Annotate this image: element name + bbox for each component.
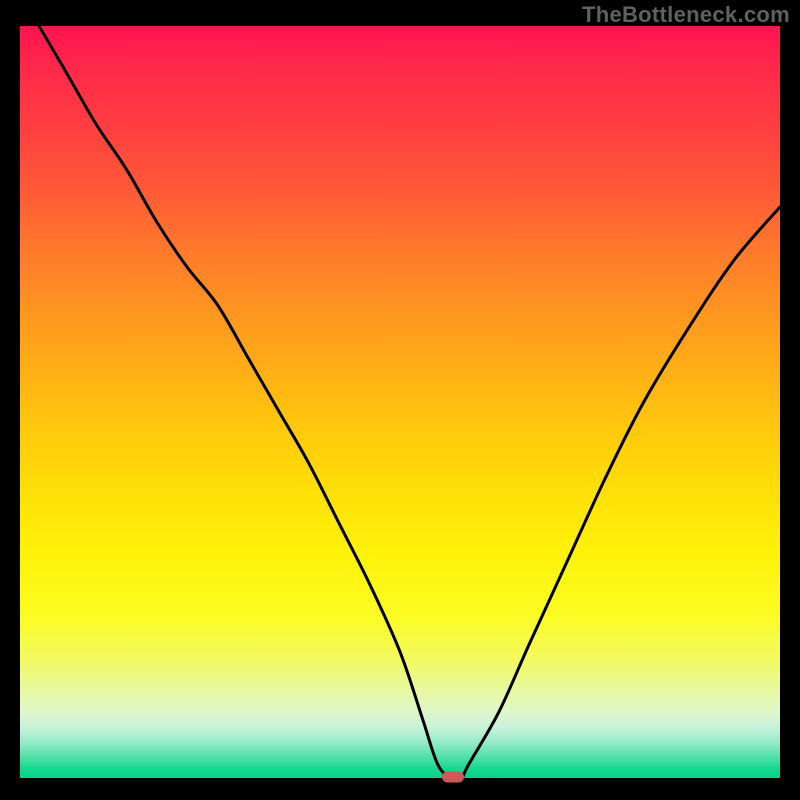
plot-area: [20, 26, 780, 780]
watermark-text: TheBottleneck.com: [582, 2, 790, 28]
y-axis: [18, 26, 20, 780]
bottleneck-curve: [20, 26, 780, 780]
chart-frame: TheBottleneck.com: [0, 0, 800, 800]
optimum-marker: [442, 772, 464, 783]
x-axis: [18, 778, 780, 780]
